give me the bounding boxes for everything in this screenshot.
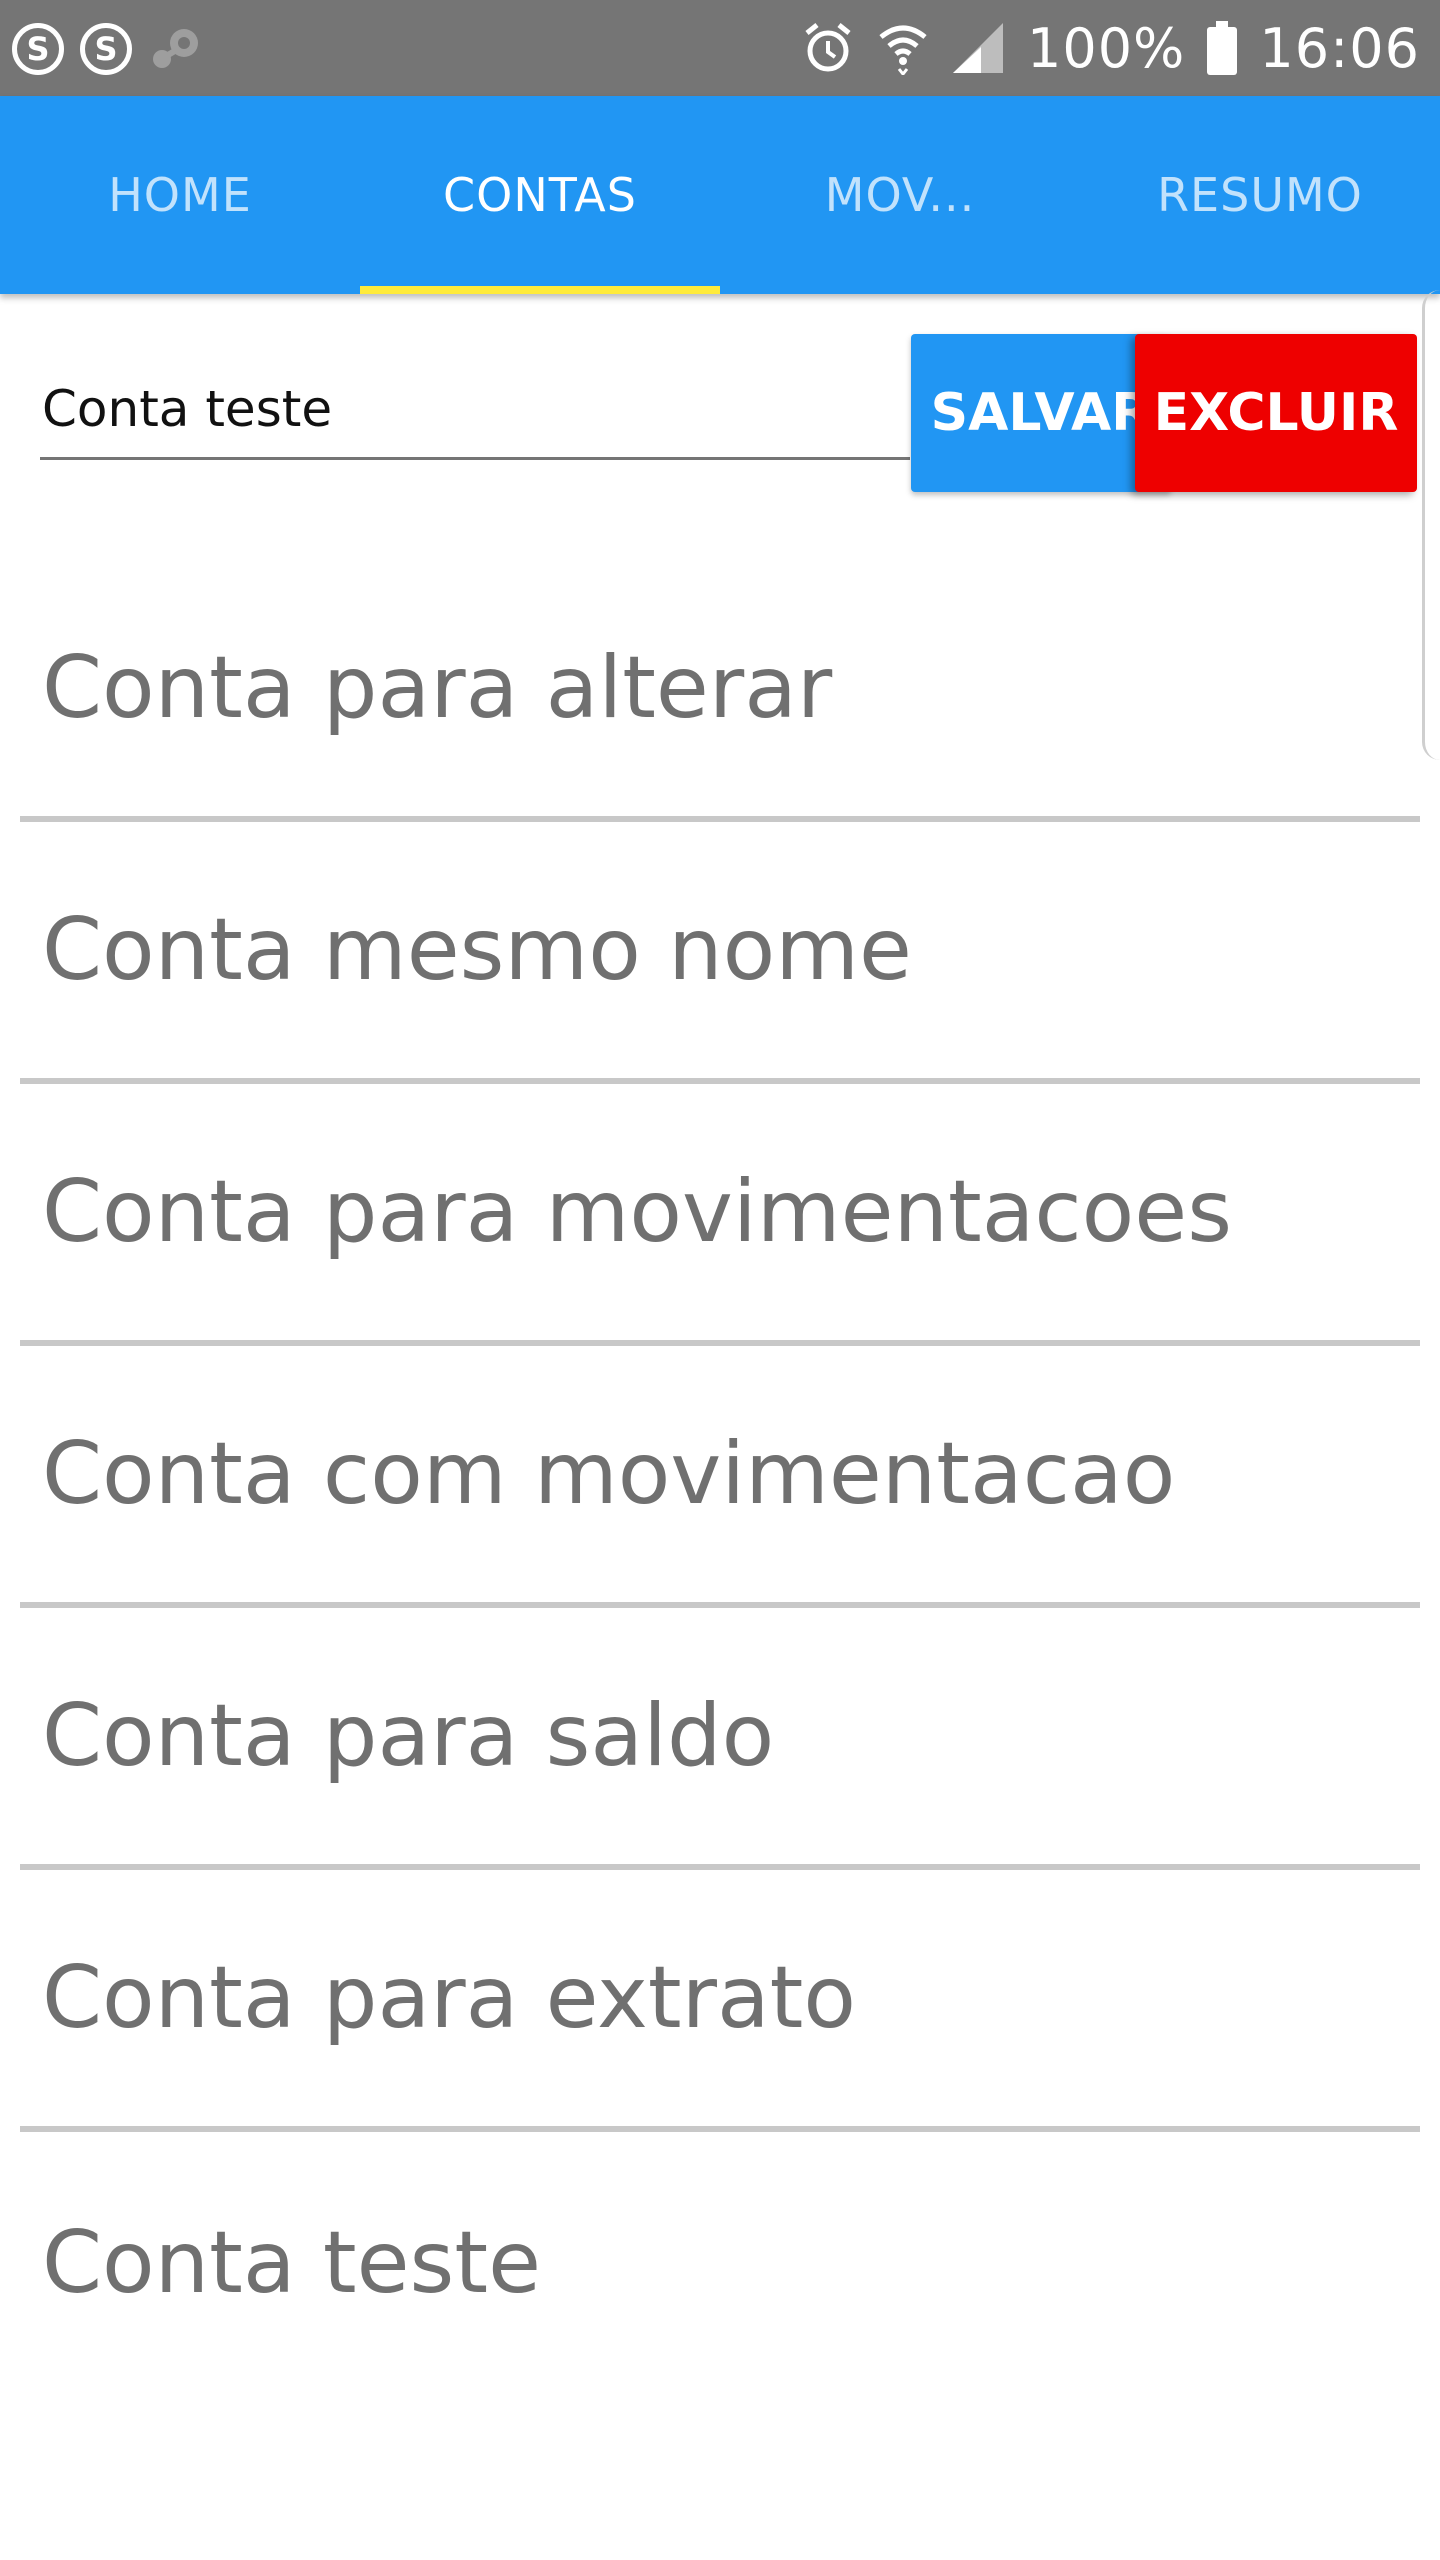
list-item[interactable]: Conta teste bbox=[20, 2132, 1420, 2394]
status-bar-notifications: S S bbox=[12, 20, 206, 78]
alarm-icon bbox=[805, 23, 851, 72]
tab-contas[interactable]: CONTAS bbox=[360, 96, 720, 294]
list-item[interactable]: Conta para saldo bbox=[20, 1608, 1420, 1870]
account-name-input[interactable] bbox=[40, 360, 910, 460]
save-button[interactable]: SALVAR bbox=[911, 334, 1171, 492]
battery-icon bbox=[1207, 21, 1238, 75]
status-bar: S S 100% 16:06 bbox=[0, 0, 1440, 96]
list-item[interactable]: Conta para movimentacoes bbox=[20, 1084, 1420, 1346]
tab-bar: HOME CONTAS MOV... RESUMO bbox=[0, 96, 1440, 294]
wifi-icon bbox=[879, 25, 927, 75]
list-item[interactable]: Conta para alterar bbox=[20, 560, 1420, 822]
skype-icon: S bbox=[12, 23, 64, 75]
steam-icon bbox=[153, 29, 198, 68]
delete-button[interactable]: EXCLUIR bbox=[1135, 334, 1417, 492]
accounts-list: Conta para alterar Conta mesmo nome Cont… bbox=[0, 560, 1440, 2394]
tab-resumo[interactable]: RESUMO bbox=[1080, 96, 1440, 294]
skype-icon: S bbox=[80, 23, 132, 75]
list-item[interactable]: Conta mesmo nome bbox=[20, 822, 1420, 1084]
status-bar-system: 100% 16:06 bbox=[801, 16, 1420, 80]
list-item[interactable]: Conta para extrato bbox=[20, 1870, 1420, 2132]
clock: 16:06 bbox=[1259, 16, 1420, 80]
battery-percent: 100% bbox=[1026, 16, 1186, 80]
tab-movimentacoes[interactable]: MOV... bbox=[720, 96, 1080, 294]
tab-home[interactable]: HOME bbox=[0, 96, 360, 294]
signal-icon bbox=[952, 23, 1003, 73]
active-tab-indicator bbox=[360, 286, 720, 294]
list-item[interactable]: Conta com movimentacao bbox=[20, 1346, 1420, 1608]
